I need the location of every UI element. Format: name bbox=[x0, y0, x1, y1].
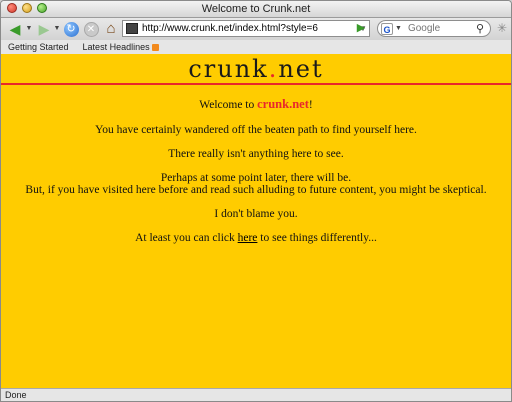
zoom-window-button[interactable] bbox=[37, 3, 47, 13]
search-icon[interactable]: ⚲ bbox=[476, 22, 484, 35]
chevron-down-icon: ▼ bbox=[25, 25, 33, 32]
bookmark-getting-started[interactable]: Getting Started bbox=[8, 42, 69, 52]
click-prefix: At least you can click bbox=[135, 232, 238, 244]
welcome-suffix: ! bbox=[308, 99, 313, 111]
forward-button[interactable]: ▶ bbox=[34, 20, 54, 38]
minimize-window-button[interactable] bbox=[22, 3, 32, 13]
wandered-line: You have certainly wandered off the beat… bbox=[95, 124, 417, 136]
reload-icon: ↻ bbox=[63, 21, 79, 37]
status-text: Done bbox=[5, 390, 27, 400]
logo-dot: . bbox=[268, 54, 279, 83]
search-input[interactable] bbox=[405, 22, 474, 35]
nothing-line: There really isn't anything here to see. bbox=[168, 148, 344, 160]
blame-line: I don't blame you. bbox=[214, 208, 298, 220]
page-body: Welcome to crunk.net! You have certainly… bbox=[1, 97, 511, 244]
search-box[interactable]: G ▼ ⚲ bbox=[377, 20, 491, 37]
navigation-toolbar: ◀ ▼ ▶ ▼ ↻ ✕ ⌂ http://www.crunk.net/index… bbox=[1, 18, 511, 40]
rss-feed-icon bbox=[151, 44, 159, 52]
window-title: Welcome to Crunk.net bbox=[201, 3, 311, 15]
browser-window: Welcome to Crunk.net ◀ ▼ ▶ ▼ ↻ ✕ ⌂ http:… bbox=[0, 0, 512, 402]
activity-spinner-icon: ✳ bbox=[496, 21, 507, 35]
bookmark-latest-headlines[interactable]: Latest Headlines bbox=[83, 42, 159, 52]
stop-icon: ✕ bbox=[83, 21, 99, 37]
logo-text-left: crunk bbox=[188, 54, 269, 83]
back-arrow-icon: ◀ bbox=[9, 21, 21, 37]
close-window-button[interactable] bbox=[7, 3, 17, 13]
home-icon: ⌂ bbox=[106, 20, 116, 37]
forward-arrow-icon: ▶ bbox=[38, 21, 50, 37]
bookmark-label: Latest Headlines bbox=[82, 42, 150, 52]
forward-history-dropdown[interactable]: ▼ bbox=[53, 20, 61, 38]
search-engine-dropdown[interactable]: ▼ bbox=[395, 25, 402, 32]
chevron-down-icon: ▼ bbox=[53, 25, 61, 32]
go-arrow-icon: ▶ bbox=[356, 22, 366, 34]
welcome-line: Welcome to crunk.net! bbox=[1, 97, 511, 112]
click-line: At least you can click here to see thing… bbox=[1, 232, 511, 244]
title-bar: Welcome to Crunk.net bbox=[1, 1, 511, 18]
go-button[interactable]: ▶ bbox=[354, 20, 368, 37]
url-bar[interactable]: http://www.crunk.net/index.html?style=6 … bbox=[122, 20, 370, 37]
here-link[interactable]: here bbox=[238, 232, 258, 244]
search-engine-icon[interactable]: G bbox=[381, 22, 393, 35]
perhaps-line: Perhaps at some point later, there will … bbox=[160, 172, 352, 184]
logo-text-right: net bbox=[278, 54, 324, 83]
back-button[interactable]: ◀ bbox=[4, 20, 26, 38]
site-name: crunk.net bbox=[257, 97, 309, 111]
skeptical-line: But, if you have visited here before and… bbox=[25, 184, 487, 196]
home-button[interactable]: ⌂ bbox=[102, 20, 120, 38]
chevron-down-icon: ▼ bbox=[395, 25, 402, 32]
status-bar: Done bbox=[1, 388, 511, 401]
click-suffix: to see things differently... bbox=[257, 232, 377, 244]
window-controls bbox=[7, 3, 47, 13]
reload-button[interactable]: ↻ bbox=[62, 20, 80, 38]
bookmarks-toolbar: Getting Started Latest Headlines bbox=[1, 40, 511, 55]
site-favicon-icon bbox=[126, 23, 138, 34]
header-divider bbox=[1, 83, 511, 85]
site-logo: crunk. net bbox=[1, 54, 511, 83]
perhaps-paragraph: Perhaps at some point later, there will … bbox=[1, 172, 511, 196]
page-content: crunk. net Welcome to crunk.net! You have… bbox=[1, 54, 511, 388]
welcome-prefix: Welcome to bbox=[199, 99, 258, 111]
back-history-dropdown[interactable]: ▼ bbox=[25, 20, 33, 38]
url-text[interactable]: http://www.crunk.net/index.html?style=6 bbox=[142, 23, 357, 34]
stop-button[interactable]: ✕ bbox=[82, 20, 100, 38]
